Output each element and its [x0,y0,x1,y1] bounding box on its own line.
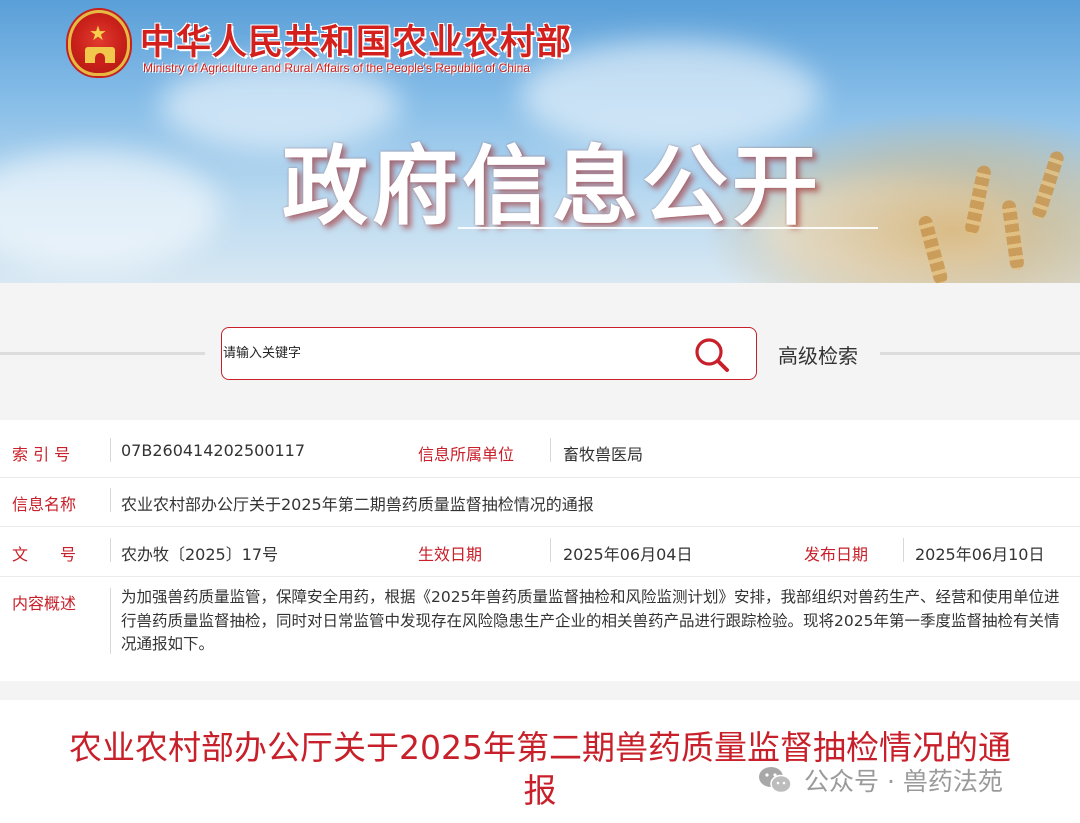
cloud-decoration [0,150,220,270]
column-divider [110,488,111,512]
search-input[interactable] [222,328,682,378]
column-divider [550,438,551,462]
column-divider [110,538,111,562]
left-decorative-line [0,352,205,355]
publish-date-label: 发布日期 [804,545,869,564]
national-emblem-icon[interactable]: ★ [68,10,130,76]
header-banner: ★ 中华人民共和国农业农村部 Ministry of Agriculture a… [0,0,1080,283]
effective-date-value: 2025年06月04日 [563,545,693,564]
search-icon[interactable] [692,335,732,375]
search-section [0,283,1080,420]
column-divider [110,438,111,462]
table-row: 索 引 号 07B260414202500117 信息所属单位 畜牧兽医局 [0,420,1080,478]
summary-label: 内容概述 [12,594,77,613]
info-table: 索 引 号 07B260414202500117 信息所属单位 畜牧兽医局 信息… [0,420,1080,681]
column-divider [110,588,111,654]
wechat-icon [759,767,792,794]
ministry-name-cn[interactable]: 中华人民共和国农业农村部 [140,14,572,65]
name-label: 信息名称 [12,495,77,514]
search-box [221,327,757,380]
index-value: 07B260414202500117 [121,441,306,460]
banner-title: 政府信息公开 [282,136,822,237]
column-divider [903,538,904,562]
column-divider [550,538,551,562]
effective-date-label: 生效日期 [418,545,483,564]
right-decorative-line [880,352,1080,355]
banner-divider [458,227,878,229]
advanced-search-link[interactable]: 高级检索 [778,340,858,369]
ministry-name-en: Ministry of Agriculture and Rural Affair… [143,61,530,75]
publish-date-value: 2025年06月10日 [915,545,1045,564]
doc-number-value: 农办牧〔2025〕17号 [121,545,279,564]
unit-value: 畜牧兽医局 [563,445,644,464]
index-label: 索 引 号 [12,445,71,464]
unit-label: 信息所属单位 [418,445,515,464]
table-row: 信息名称 农业农村部办公厅关于2025年第二期兽药质量监督抽检情况的通报 [0,478,1080,527]
name-value: 农业农村部办公厅关于2025年第二期兽药质量监督抽检情况的通报 [121,495,594,514]
doc-number-label: 文 号 [12,545,77,564]
watermark-text: 公众号 · 兽药法苑 [804,767,1003,796]
table-row: 文 号 农办牧〔2025〕17号 生效日期 2025年06月04日 发布日期 2… [0,527,1080,577]
summary-text: 为加强兽药质量监管，保障安全用药，根据《2025年兽药质量监督抽检和风险监测计划… [121,588,1060,653]
